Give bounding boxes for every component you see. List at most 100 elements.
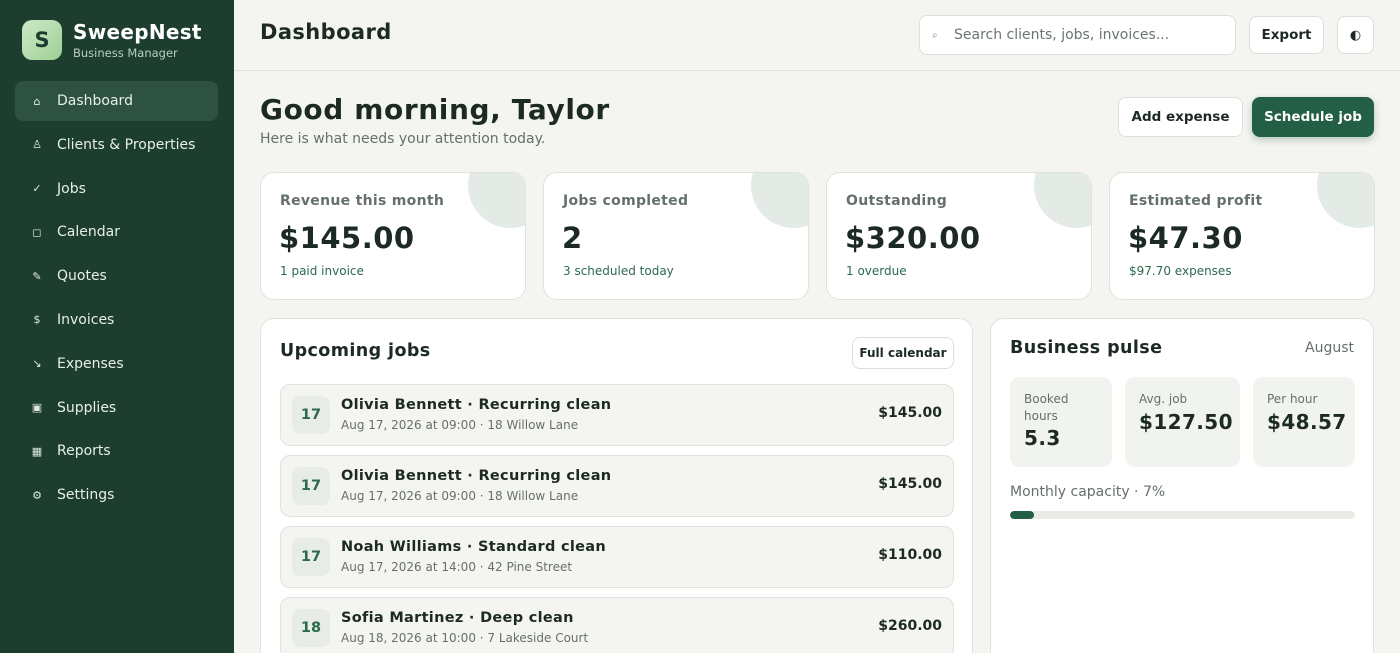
job-details: Aug 17, 2026 at 14:00 · 42 Pine Street	[341, 560, 573, 574]
sidebar-item-label: Expenses	[57, 355, 124, 372]
brand[interactable]: S SweepNest Business Manager	[22, 20, 202, 60]
metric-value: $127.50	[1139, 410, 1233, 434]
check-icon: ✓	[32, 182, 42, 196]
sidebar-item-label: Supplies	[57, 399, 117, 416]
greeting-subtitle: Here is what needs your attention today.	[260, 131, 546, 147]
sidebar-item-supplies[interactable]: ▣ Supplies	[15, 388, 218, 428]
stat-note: 1 overdue	[846, 264, 907, 278]
business-pulse-panel: Business pulse August Booked hours 5.3 A…	[990, 318, 1374, 653]
sidebar-item-label: Reports	[57, 443, 111, 460]
stat-value: $47.30	[1128, 221, 1243, 255]
panel-title: Upcoming jobs	[280, 341, 431, 361]
sidebar-item-label: Dashboard	[57, 93, 133, 109]
job-row[interactable]: 17 Olivia Bennett · Recurring clean Aug …	[280, 455, 954, 517]
job-row[interactable]: 18 Sofia Martinez · Deep clean Aug 18, 2…	[280, 597, 954, 653]
export-button[interactable]: Export	[1249, 16, 1324, 54]
metric-label-line: Booked	[1024, 392, 1069, 406]
job-price: $145.00	[878, 476, 942, 492]
sidebar-item-expenses[interactable]: ↘ Expenses	[15, 344, 218, 384]
metric-per-hour: Per hour $48.57	[1253, 377, 1355, 467]
job-price: $260.00	[878, 618, 942, 634]
contrast-icon: ◐	[1349, 27, 1362, 43]
report-icon: ▦	[31, 444, 43, 458]
sidebar-item-invoices[interactable]: $ Invoices	[15, 300, 218, 340]
dollar-icon: $	[33, 313, 41, 327]
stat-card-outstanding: Outstanding $320.00 1 overdue	[826, 172, 1092, 300]
logo: S	[22, 20, 62, 60]
calendar-icon: ◻	[32, 225, 42, 239]
home-icon: ⌂	[33, 94, 41, 108]
search-box[interactable]: ⌕	[919, 15, 1236, 55]
job-title: Noah Williams · Standard clean	[341, 539, 606, 555]
stat-label: Outstanding	[846, 193, 948, 209]
stat-note: 1 paid invoice	[280, 264, 364, 278]
job-title: Sofia Martinez · Deep clean	[341, 610, 574, 626]
stat-note: 3 scheduled today	[563, 264, 674, 278]
job-row[interactable]: 17 Olivia Bennett · Recurring clean Aug …	[280, 384, 954, 446]
gear-icon: ⚙	[32, 488, 42, 502]
sidebar-item-reports[interactable]: ▦ Reports	[15, 431, 218, 471]
add-expense-button[interactable]: Add expense	[1118, 97, 1243, 137]
stat-value: 2	[562, 221, 583, 255]
job-date-badge: 17	[292, 467, 330, 505]
upcoming-jobs-panel: Upcoming jobs Full calendar 17 Olivia Be…	[260, 318, 973, 653]
sidebar-item-label: Clients & Properties	[57, 136, 196, 153]
stat-card-estimated-profit: Estimated profit $47.30 $97.70 expenses	[1109, 172, 1375, 300]
job-price: $145.00	[878, 405, 942, 421]
card-decoration	[751, 173, 808, 228]
stat-value: $320.00	[845, 221, 981, 255]
sidebar-item-label: Settings	[57, 487, 115, 504]
sidebar-item-label: Quotes	[57, 268, 107, 285]
capacity-progress-bar	[1010, 511, 1355, 519]
metric-label: Booked hours	[1024, 391, 1068, 425]
stat-card-revenue: Revenue this month $145.00 1 paid invoic…	[260, 172, 526, 300]
full-calendar-button[interactable]: Full calendar	[852, 337, 954, 369]
sidebar: S SweepNest Business Manager ⌂ Dashboard…	[0, 0, 234, 653]
capacity-label: Monthly capacity · 7%	[1010, 484, 1166, 500]
person-icon: ♙	[32, 138, 42, 152]
metric-value: $48.57	[1267, 410, 1347, 434]
sidebar-item-label: Jobs	[57, 180, 86, 197]
sidebar-item-clients[interactable]: ♙ Clients & Properties	[15, 125, 218, 165]
pencil-icon: ✎	[32, 269, 42, 283]
sidebar-item-label: Calendar	[57, 224, 120, 241]
top-bar: Dashboard ⌕ Export ◐	[234, 0, 1400, 71]
job-date-badge: 17	[292, 396, 330, 434]
search-icon: ⌕	[932, 29, 938, 41]
metric-label-line: hours	[1024, 409, 1058, 423]
job-details: Aug 17, 2026 at 09:00 · 18 Willow Lane	[341, 489, 579, 503]
sidebar-item-settings[interactable]: ⚙ Settings	[15, 475, 218, 515]
job-price: $110.00	[878, 547, 942, 563]
pulse-month: August	[1305, 340, 1354, 356]
stat-card-jobs-completed: Jobs completed 2 3 scheduled today	[543, 172, 809, 300]
sidebar-item-calendar[interactable]: ◻ Calendar	[15, 212, 218, 252]
stat-label: Revenue this month	[280, 193, 445, 209]
theme-toggle-button[interactable]: ◐	[1337, 16, 1374, 54]
metric-label: Per hour	[1267, 392, 1318, 406]
stat-label: Estimated profit	[1129, 193, 1263, 209]
brand-name: SweepNest	[73, 19, 202, 44]
greeting-title: Good morning, Taylor	[260, 93, 610, 126]
brand-subtitle: Business Manager	[73, 45, 178, 60]
box-icon: ▣	[31, 401, 43, 415]
metric-value: 5.3	[1024, 426, 1061, 450]
card-decoration	[468, 173, 525, 228]
job-title: Olivia Bennett · Recurring clean	[341, 397, 612, 413]
job-details: Aug 17, 2026 at 09:00 · 18 Willow Lane	[341, 418, 579, 432]
page-title: Dashboard	[260, 20, 392, 44]
sidebar-item-quotes[interactable]: ✎ Quotes	[15, 256, 218, 296]
job-title: Olivia Bennett · Recurring clean	[341, 468, 612, 484]
capacity-progress-fill	[1010, 511, 1035, 519]
job-row[interactable]: 17 Noah Williams · Standard clean Aug 17…	[280, 526, 954, 588]
search-input[interactable]	[954, 27, 1214, 43]
schedule-job-button[interactable]: Schedule job	[1252, 97, 1374, 137]
sidebar-item-jobs[interactable]: ✓ Jobs	[15, 169, 218, 209]
metric-label: Avg. job	[1139, 392, 1188, 406]
stat-label: Jobs completed	[563, 193, 689, 209]
panel-title: Business pulse	[1010, 338, 1163, 358]
job-date-badge: 17	[292, 538, 330, 576]
job-date-badge: 18	[292, 609, 330, 647]
sidebar-item-dashboard[interactable]: ⌂ Dashboard	[15, 81, 218, 121]
sidebar-item-label: Invoices	[57, 311, 115, 328]
job-details: Aug 18, 2026 at 10:00 · 7 Lakeside Court	[341, 631, 589, 645]
